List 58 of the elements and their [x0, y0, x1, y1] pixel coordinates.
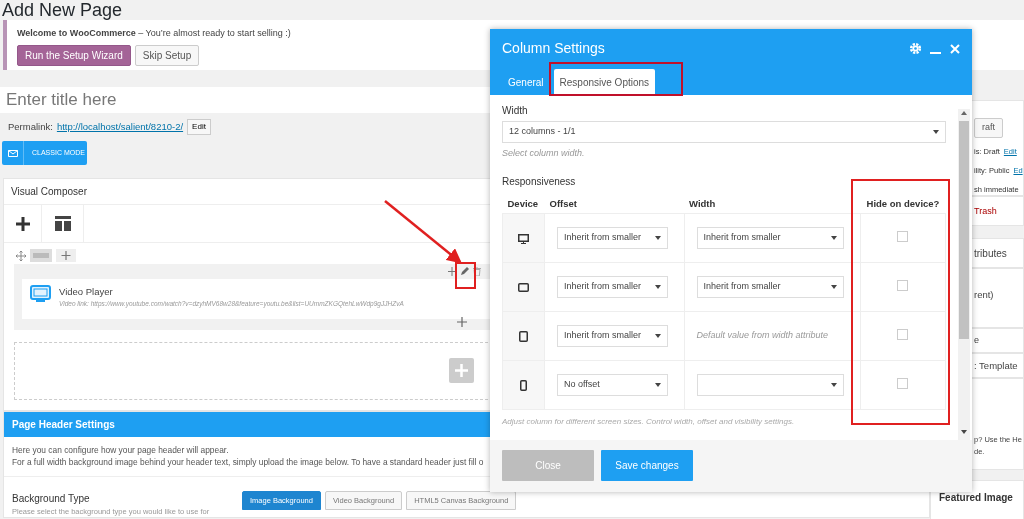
tab[interactable]: Responsive Options: [553, 69, 656, 96]
field-label: e: [974, 334, 979, 347]
width-select[interactable]: 12 columns - 1/1: [502, 121, 946, 143]
monitor-icon: [518, 233, 529, 244]
permalink-link[interactable]: http://localhost/salient/8210-2/: [56, 119, 184, 135]
close-icon[interactable]: [950, 43, 960, 54]
caret-icon: [961, 111, 967, 115]
field-hint: Select column width.: [502, 147, 586, 160]
tablet-icon: [519, 331, 528, 343]
trash-icon[interactable]: [473, 267, 481, 276]
draft-button[interactable]: raft: [974, 118, 1003, 138]
move-icon[interactable]: [16, 250, 26, 261]
caret-icon: [655, 382, 661, 387]
caret-icon: [830, 235, 837, 240]
scrollbar[interactable]: [958, 109, 970, 440]
offset-select[interactable]: Inherit from smaller: [557, 226, 668, 249]
monitor-icon: [30, 285, 51, 302]
offset-select[interactable]: Inherit from smaller: [557, 324, 668, 347]
highlight-frame: [455, 262, 476, 289]
caret-icon: [830, 284, 837, 289]
dialog-title: Column Settings: [502, 39, 606, 58]
pencil-icon[interactable]: [460, 267, 469, 276]
phone-icon: [520, 380, 527, 392]
width-select[interactable]: Inherit from smaller: [696, 226, 844, 249]
layout-icon[interactable]: [54, 216, 71, 231]
envelope-icon: [7, 149, 18, 157]
caret-icon: [933, 130, 939, 134]
checkbox[interactable]: [897, 377, 909, 389]
description-text: Here you can configure how your page header will appear.: [12, 444, 229, 456]
description-text: For a full width background image behind your header text, simply upload the image below. To have a standard header just fill o: [12, 456, 484, 468]
parent-select[interactable]: rent): [974, 288, 994, 309]
panel-title: tributes: [974, 246, 1007, 261]
caret-icon: [655, 235, 661, 240]
checkbox[interactable]: [897, 230, 909, 242]
caret-icon: [655, 284, 661, 289]
panel-title: Featured Image: [939, 491, 1014, 506]
tablet-icon: [518, 283, 529, 293]
caret-icon: [655, 333, 661, 338]
checkbox[interactable]: [897, 328, 909, 340]
field-hint: Default value from width attribute: [696, 329, 830, 342]
checkbox[interactable]: [897, 279, 909, 291]
field-hint: Adjust column for different screen sizes. Control width, offset and visibility settings.: [502, 415, 796, 428]
edit-button[interactable]: Edit: [187, 119, 211, 135]
field-label: Background Type: [12, 492, 91, 506]
trash-link[interactable]: Trash: [974, 204, 997, 218]
add-icon[interactable]: [15, 216, 30, 231]
page-title: Add New Page: [2, 0, 124, 20]
notice-text: Welcome to WooCommerce – You’re almost ready to start selling :): [17, 27, 292, 40]
element-name: Video Player: [59, 285, 114, 299]
offset-select[interactable]: No offset: [557, 373, 668, 396]
permalink-label: Permalink:: [8, 119, 53, 134]
offset-select[interactable]: Inherit from smaller: [557, 275, 668, 298]
caret-icon: [961, 430, 967, 434]
setup-wizard-button[interactable]: Run the Setup Wizard: [17, 44, 131, 66]
width-select[interactable]: Inherit from smaller: [696, 275, 844, 298]
caret-icon: [830, 382, 837, 387]
skip-setup-button[interactable]: Skip Setup: [134, 44, 200, 66]
settings-icon[interactable]: [909, 42, 922, 55]
